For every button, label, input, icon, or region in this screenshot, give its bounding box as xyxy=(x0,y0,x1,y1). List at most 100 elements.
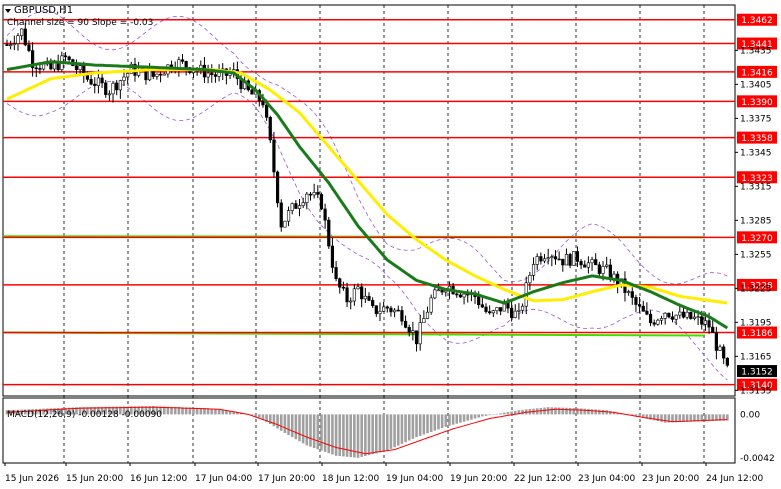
candle-body xyxy=(520,305,525,311)
macd-histogram-bar xyxy=(554,407,557,415)
macd-histogram-bar xyxy=(309,414,312,447)
candle-body xyxy=(568,254,572,266)
candle-body xyxy=(575,251,580,262)
candle-body xyxy=(115,83,119,91)
macd-histogram-bar xyxy=(473,414,477,419)
macd-histogram-bar xyxy=(331,414,334,455)
candle-body xyxy=(210,72,214,75)
candle-body xyxy=(696,316,700,319)
price-tick-label: 1.3225 xyxy=(740,284,772,294)
macd-histogram-bar xyxy=(389,414,393,449)
candle-body xyxy=(422,318,426,323)
candle-body xyxy=(557,258,561,261)
candle-body xyxy=(707,320,711,328)
candle-body xyxy=(627,291,631,293)
time-tick-label: 16 Jun 12:00 xyxy=(130,474,187,484)
macd-histogram-bar xyxy=(576,408,579,415)
candle-body xyxy=(23,28,27,46)
candle-body xyxy=(56,62,60,70)
candle-body xyxy=(488,311,492,314)
macd-histogram-bar xyxy=(459,414,462,423)
candle-body xyxy=(374,305,378,314)
candle-body xyxy=(572,251,576,266)
candle-body xyxy=(480,304,484,308)
candle-body xyxy=(564,254,569,266)
candle-body xyxy=(542,258,547,262)
macd-histogram-bar xyxy=(327,414,331,454)
candle-body xyxy=(725,357,729,366)
macd-histogram-bar xyxy=(561,407,565,415)
candle-body xyxy=(495,307,499,312)
macd-histogram-bar xyxy=(426,414,429,434)
macd-histogram-bar xyxy=(495,413,499,415)
candle-body xyxy=(711,326,715,333)
candle-body xyxy=(425,311,430,319)
macd-histogram-bar xyxy=(455,414,459,424)
macd-histogram-bar xyxy=(316,414,320,450)
candle-body xyxy=(389,307,393,313)
time-tick-label: 19 Jun 20:00 xyxy=(450,474,507,484)
candle-body xyxy=(714,332,718,351)
candle-body xyxy=(553,256,558,260)
candle-body xyxy=(597,264,601,274)
level-label: 1.3416 xyxy=(741,68,773,78)
macd-histogram-bar xyxy=(506,412,510,415)
candle-body xyxy=(659,318,664,321)
macd-histogram-bar xyxy=(323,414,327,452)
candle-body xyxy=(155,73,159,77)
macd-histogram-bar xyxy=(492,414,495,415)
macd-histogram-bar xyxy=(488,414,491,416)
macd-histogram-bar xyxy=(407,414,411,441)
candle-body xyxy=(535,256,539,265)
price-tick-label: 1.3255 xyxy=(740,250,772,260)
candle-body xyxy=(217,72,221,77)
candle-body xyxy=(583,264,587,268)
candle-body xyxy=(360,286,364,300)
macd-histogram-bar xyxy=(601,409,605,415)
indicator-label: Channel size = 90 Slope = -0.03 xyxy=(7,18,153,28)
candle-body xyxy=(290,203,294,211)
candle-body xyxy=(689,311,693,319)
candle-body xyxy=(89,79,93,85)
macd-histogram-bar xyxy=(276,414,279,429)
candle-body xyxy=(418,322,422,345)
candle-body xyxy=(484,306,488,312)
candle-body xyxy=(385,306,389,309)
candle-body xyxy=(319,194,324,210)
macd-histogram-bar xyxy=(510,411,513,415)
candle-body xyxy=(118,80,122,91)
macd-histogram-bar xyxy=(418,414,422,436)
candle-body xyxy=(590,259,594,264)
time-tick-label: 15 Jun 2026 xyxy=(5,474,59,484)
candle-body xyxy=(41,63,46,70)
candle-body xyxy=(20,28,24,36)
macd-tick-label: 0.00 xyxy=(740,410,760,420)
current-price-label: 1.3152 xyxy=(741,368,773,378)
candle-body xyxy=(436,289,441,292)
candle-body xyxy=(594,259,598,266)
candle-body xyxy=(667,312,671,318)
candle-body xyxy=(250,89,254,95)
candle-body xyxy=(637,304,642,307)
macd-histogram-bar xyxy=(546,407,550,415)
candle-body xyxy=(411,330,415,333)
candle-body xyxy=(158,73,163,76)
candle-body xyxy=(407,327,411,333)
candle-body xyxy=(608,264,612,280)
macd-histogram-bar xyxy=(587,408,590,415)
macd-histogram-bar xyxy=(371,414,374,455)
candle-body xyxy=(67,56,71,60)
level-label: 1.3390 xyxy=(741,98,773,108)
level-label: 1.3186 xyxy=(741,329,773,339)
candle-body xyxy=(27,44,31,51)
macd-histogram-bar xyxy=(572,408,576,415)
candle-body xyxy=(327,219,331,247)
candle-body xyxy=(107,93,111,96)
macd-histogram-bar xyxy=(466,414,470,421)
candle-body xyxy=(275,171,280,204)
candle-body xyxy=(305,193,309,203)
macd-histogram-bar xyxy=(550,407,554,415)
macd-histogram-bar xyxy=(415,414,418,438)
macd-histogram-bar xyxy=(342,414,345,457)
candle-body xyxy=(301,202,305,206)
